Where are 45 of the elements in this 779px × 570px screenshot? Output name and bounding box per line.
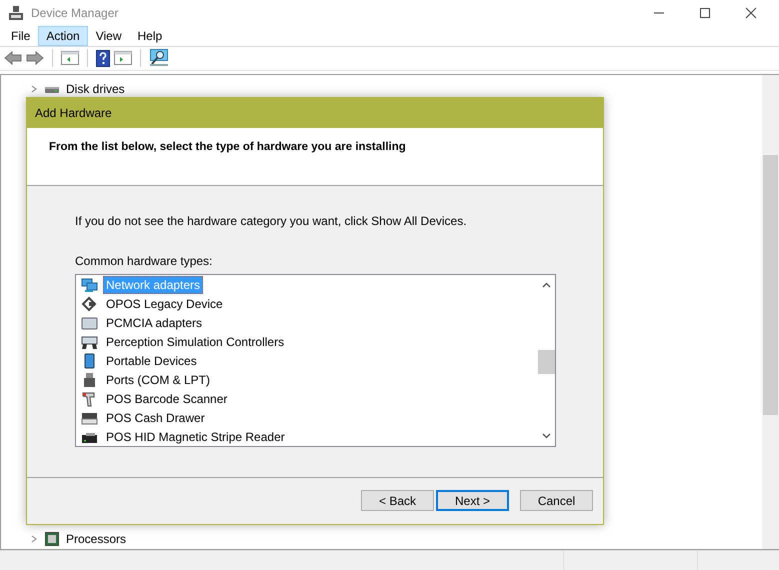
- connector-icon: [81, 372, 98, 388]
- list-item[interactable]: OPOS Legacy Device: [103, 295, 226, 314]
- card-icon: [81, 315, 98, 332]
- list-label: Common hardware types:: [75, 254, 212, 268]
- list-item[interactable]: POS HID Magnetic Stripe Reader: [103, 428, 288, 446]
- tree-item[interactable]: Disk drives: [66, 82, 125, 96]
- hardware-type-list[interactable]: Network adapters OPOS Legacy Device PCMCIA adapters Perception Simulation Controllers Portable Devices Ports (COM & LPT) POS Barcode Scanner POS Cash Drawer POS HID Magnetic Stripe Reader: [75, 274, 556, 447]
- menu-item[interactable]: Help: [130, 26, 170, 46]
- collapsed-chevron-icon[interactable]: [30, 535, 38, 544]
- scroll-thumb[interactable]: [538, 350, 555, 374]
- help-icon[interactable]: [96, 50, 110, 67]
- forward-arrow-icon[interactable]: [26, 50, 44, 66]
- instruction-heading: From the list below, select the type of hardware you are installing: [49, 140, 406, 153]
- tree-item[interactable]: Processors: [66, 532, 126, 546]
- scroll-down-icon: [542, 432, 551, 439]
- next-button[interactable]: Next >: [436, 490, 509, 512]
- list-item[interactable]: Portable Devices: [103, 352, 200, 370]
- menu-item[interactable]: Action: [38, 26, 88, 46]
- back-button[interactable]: < Back: [361, 490, 434, 512]
- network-icon: [81, 277, 98, 294]
- maximize-icon[interactable]: [699, 7, 711, 20]
- monitor-search-icon[interactable]: [149, 49, 169, 68]
- cancel-button[interactable]: Cancel: [520, 490, 593, 512]
- diamond-icon: [81, 296, 98, 312]
- window-pane-icon[interactable]: [61, 50, 79, 66]
- list-item[interactable]: PCMCIA adapters: [103, 314, 206, 332]
- close-icon[interactable]: [745, 7, 757, 20]
- keyboard-icon: [81, 334, 98, 350]
- scroll-up-icon: [542, 282, 551, 288]
- menu-item[interactable]: View: [88, 26, 130, 46]
- scrollbar[interactable]: [762, 74, 779, 549]
- list-item[interactable]: POS Cash Drawer: [103, 409, 208, 428]
- menu-item[interactable]: File: [3, 26, 38, 46]
- collapsed-chevron-icon[interactable]: [30, 85, 38, 94]
- window-title: Device Manager: [31, 6, 118, 20]
- scroll-thumb[interactable]: [763, 154, 778, 415]
- computer-icon: [8, 5, 24, 22]
- list-item[interactable]: Ports (COM & LPT): [103, 371, 214, 390]
- list-item[interactable]: POS Barcode Scanner: [103, 390, 230, 408]
- list-item[interactable]: Perception Simulation Controllers: [103, 333, 288, 352]
- drawer-icon: [81, 410, 98, 426]
- dialog-title: Add Hardware: [35, 106, 112, 120]
- hint-text: If you do not see the hardware category you want, click Show All Devices.: [75, 214, 467, 228]
- chip-icon: [44, 531, 60, 548]
- back-arrow-icon[interactable]: [4, 50, 22, 66]
